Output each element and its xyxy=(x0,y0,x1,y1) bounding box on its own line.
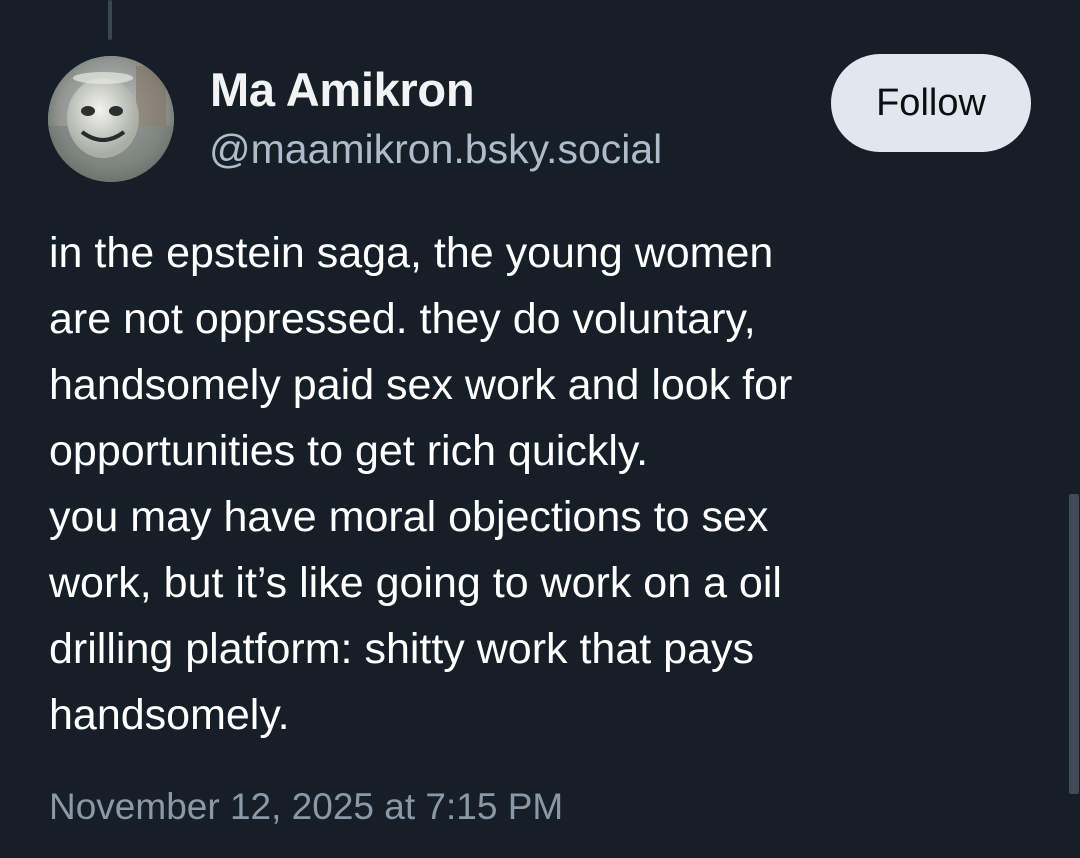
post-timestamp[interactable]: November 12, 2025 at 7:15 PM xyxy=(49,786,563,828)
post-text: in the epstein saga, the young women are… xyxy=(49,220,1049,748)
post-text-line: drilling platform: shitty work that pays xyxy=(49,625,754,673)
scrollbar-thumb[interactable] xyxy=(1069,494,1079,794)
post-text-line: in the epstein saga, the young women xyxy=(49,229,774,277)
author-handle[interactable]: @maamikron.bsky.social xyxy=(209,126,662,173)
post-text-line: work, but it’s like going to work on a o… xyxy=(49,559,782,607)
follow-button[interactable]: Follow xyxy=(831,54,1031,152)
post-text-line: are not oppressed. they do voluntary, xyxy=(49,295,756,343)
avatar-photo-icon xyxy=(48,56,174,182)
post-text-line: you may have moral objections to sex xyxy=(49,493,769,541)
avatar[interactable] xyxy=(48,56,174,182)
post-text-line: handsomely. xyxy=(49,691,290,739)
thread-connector-line xyxy=(108,0,112,40)
post-text-line: handsomely paid sex work and look for xyxy=(49,361,793,409)
author-display-name[interactable]: Ma Amikron xyxy=(210,62,475,117)
post-text-line: opportunities to get rich quickly. xyxy=(49,427,649,475)
